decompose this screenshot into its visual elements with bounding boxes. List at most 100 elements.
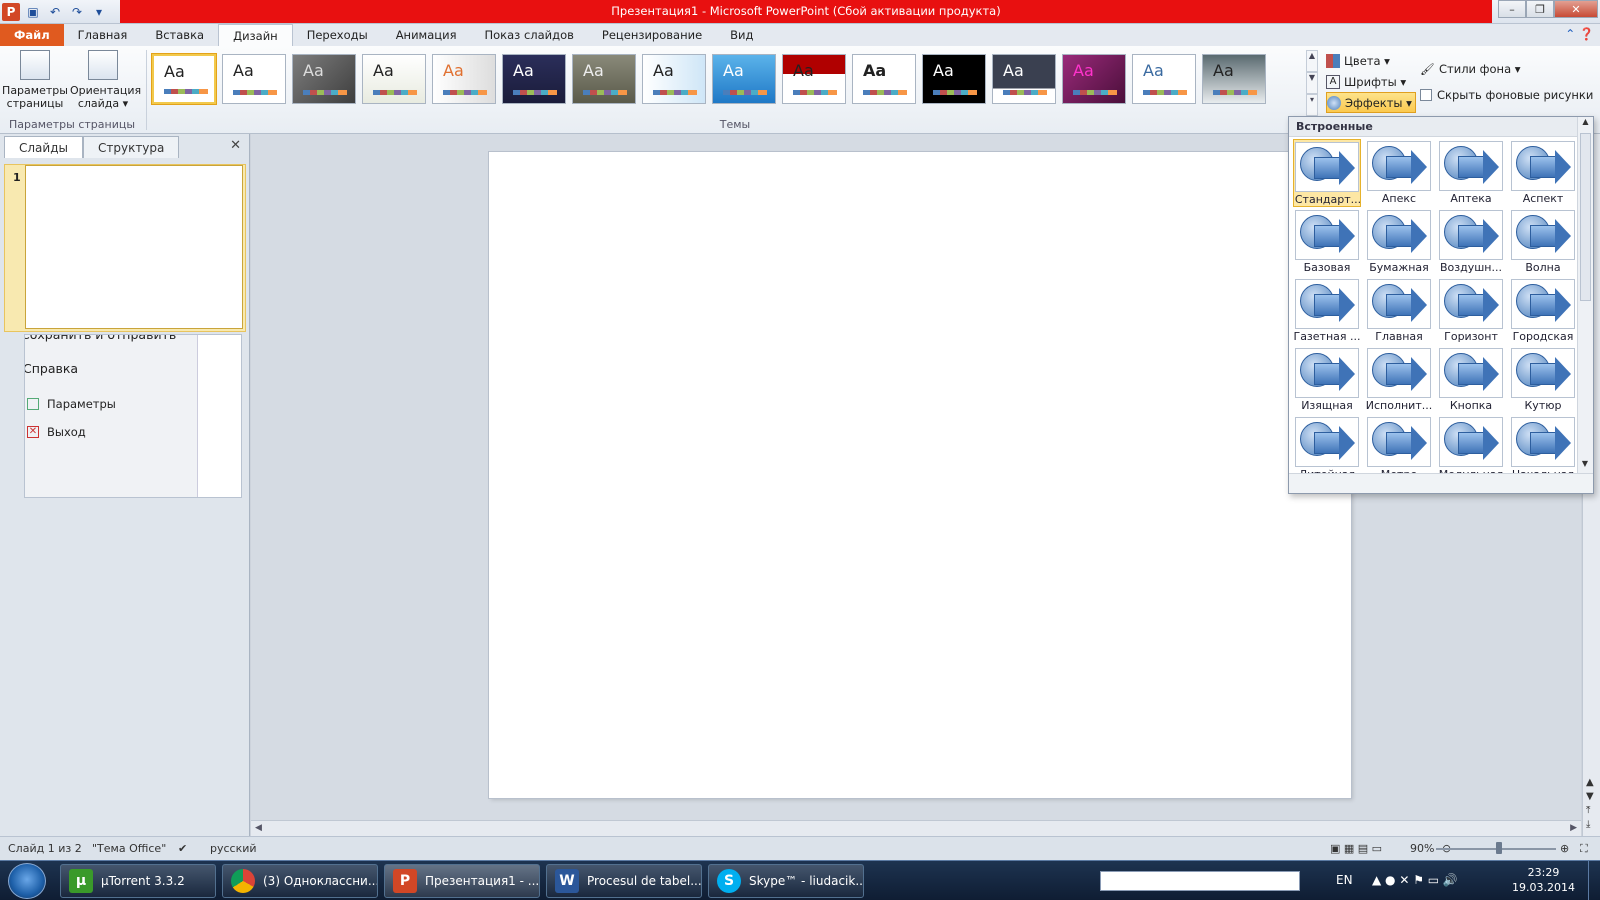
theme-office[interactable]: Aa <box>151 53 217 105</box>
window-controls: – ❐ ✕ <box>1498 0 1598 18</box>
theme-item[interactable]: Aa <box>852 54 916 104</box>
taskbar-utorrent[interactable]: µ µTorrent 3.3.2 <box>60 864 216 898</box>
theme-item[interactable]: Aa <box>642 54 706 104</box>
effect-item[interactable]: Аптека <box>1437 139 1505 207</box>
gallery-more-button[interactable]: ▾ <box>1306 94 1318 116</box>
view-buttons[interactable]: ▣ ▦ ▤ ▭ <box>1330 842 1382 855</box>
effect-item[interactable]: Исполнит... <box>1365 346 1433 414</box>
theme-item[interactable]: Aa <box>922 54 986 104</box>
effect-item[interactable]: Бумажная <box>1365 208 1433 276</box>
spellcheck-icon[interactable]: ✔ <box>178 842 187 855</box>
colors-button[interactable]: Цвета ▾ <box>1326 50 1416 71</box>
dropdown-scroll-thumb[interactable] <box>1580 133 1591 301</box>
maximize-button[interactable]: ❐ <box>1526 0 1554 18</box>
minimize-button[interactable]: – <box>1498 0 1526 18</box>
close-panel-icon[interactable]: ✕ <box>230 138 241 153</box>
ghost-save-send: Сохранить и отправить <box>24 334 177 342</box>
effect-item[interactable]: Кутюр <box>1509 346 1577 414</box>
tab-view[interactable]: Вид <box>716 24 767 46</box>
theme-item[interactable]: Aa <box>222 54 286 104</box>
effect-item[interactable]: Кнопка <box>1437 346 1505 414</box>
tab-slides[interactable]: Слайды <box>4 136 83 158</box>
effect-item[interactable]: Базовая <box>1293 208 1361 276</box>
start-button[interactable] <box>8 863 46 899</box>
effect-item[interactable]: Газетная ... <box>1293 277 1361 345</box>
taskbar-chrome[interactable]: (3) Одноклассни... <box>222 864 378 898</box>
dropdown-scroll-up-icon[interactable]: ▲ <box>1578 117 1593 131</box>
zoom-level[interactable]: 90% <box>1410 842 1434 855</box>
page-setup-button[interactable]: Параметры страницы <box>2 50 68 110</box>
theme-item[interactable]: Aa <box>502 54 566 104</box>
help-icon[interactable]: ⌃ ❓ <box>1565 27 1594 41</box>
tab-transitions[interactable]: Переходы <box>293 24 382 46</box>
theme-name[interactable]: "Тема Office" <box>92 842 166 855</box>
theme-item[interactable]: Aa <box>432 54 496 104</box>
theme-item[interactable]: Aa <box>1062 54 1126 104</box>
dropdown-scrollbar[interactable]: ▲ ▼ <box>1577 117 1593 473</box>
slide-canvas[interactable] <box>489 152 1351 798</box>
fit-to-window-icon[interactable]: ⛶ <box>1580 842 1588 856</box>
dropdown-scroll-down-icon[interactable]: ▼ <box>1578 459 1592 473</box>
tab-insert[interactable]: Вставка <box>141 24 218 46</box>
gallery-up-button[interactable]: ▲ <box>1306 50 1318 72</box>
undo-icon[interactable]: ↶ <box>46 3 64 21</box>
effect-item[interactable]: Аспект <box>1509 139 1577 207</box>
zoom-in-icon[interactable]: ⊕ <box>1560 842 1569 855</box>
scroll-left-icon[interactable]: ◀ <box>255 823 262 833</box>
theme-item[interactable]: Aa <box>992 54 1056 104</box>
slide-thumbnail[interactable] <box>25 165 243 329</box>
fonts-button[interactable]: A Шрифты ▾ <box>1326 71 1416 92</box>
effect-preview <box>1439 279 1503 329</box>
tab-home[interactable]: Главная <box>64 24 142 46</box>
theme-item[interactable]: Aa <box>782 54 846 104</box>
scroll-right-icon[interactable]: ▶ <box>1570 823 1577 833</box>
hide-background-checkbox[interactable]: Скрыть фоновые рисунки <box>1420 82 1593 108</box>
effect-item[interactable]: Главная <box>1365 277 1433 345</box>
horizontal-scrollbar[interactable]: ◀ ▶ <box>251 820 1581 836</box>
tray-icons[interactable]: ▲ ● ✕ ⚑ ▭ 🔊 <box>1372 873 1458 887</box>
effect-item[interactable]: Волна <box>1509 208 1577 276</box>
show-desktop-button[interactable] <box>1588 861 1600 900</box>
slide-nav-buttons[interactable]: ▲ ▼ ⤒ ⤓ <box>1586 776 1594 832</box>
ghost-options-label: Параметры <box>47 397 116 411</box>
taskbar-address-input[interactable] <box>1100 871 1300 891</box>
language[interactable]: русский <box>210 842 257 855</box>
slide-thumbnail-selected[interactable]: 1 <box>4 164 246 332</box>
theme-item[interactable]: Aa <box>1132 54 1196 104</box>
save-icon[interactable]: ▣ <box>24 3 42 21</box>
theme-item[interactable]: Aa <box>292 54 356 104</box>
taskbar-powerpoint[interactable]: P Презентация1 - ... <box>384 864 540 898</box>
theme-item[interactable]: Aa <box>712 54 776 104</box>
gallery-down-button[interactable]: ▼ <box>1306 72 1318 94</box>
tab-outline[interactable]: Структура <box>82 136 180 158</box>
effect-item[interactable]: Изящная <box>1293 346 1361 414</box>
background-styles-button[interactable]: 🖌 Стили фона ▾ <box>1420 56 1593 82</box>
close-button[interactable]: ✕ <box>1554 0 1598 18</box>
theme-item[interactable]: Aa <box>362 54 426 104</box>
theme-item[interactable]: Aa <box>1202 54 1266 104</box>
taskbar-skype[interactable]: S Skype™ - liudacik... <box>708 864 864 898</box>
effects-button[interactable]: Эффекты ▾ <box>1326 92 1416 113</box>
slide-orientation-button[interactable]: Ориентация слайда ▾ <box>70 50 141 110</box>
tab-animation[interactable]: Анимация <box>382 24 471 46</box>
zoom-slider-thumb[interactable] <box>1496 842 1502 854</box>
effect-item[interactable]: Городская <box>1509 277 1577 345</box>
tab-slideshow[interactable]: Показ слайдов <box>471 24 588 46</box>
orientation-label: Ориентация слайда ▾ <box>70 84 142 110</box>
taskbar-word[interactable]: W Procesul de tabel... <box>546 864 702 898</box>
effect-item[interactable]: Воздушн... <box>1437 208 1505 276</box>
dropdown-resize-footer[interactable] <box>1289 473 1593 493</box>
tab-file[interactable]: Файл <box>0 24 64 46</box>
customize-qat-icon[interactable]: ▾ <box>90 3 108 21</box>
effect-item[interactable]: Стандарт... <box>1293 139 1361 207</box>
effect-preview <box>1367 141 1431 191</box>
powerpoint-icon[interactable]: P <box>2 3 20 21</box>
redo-icon[interactable]: ↷ <box>68 3 86 21</box>
effect-item[interactable]: Горизонт <box>1437 277 1505 345</box>
tab-review[interactable]: Рецензирование <box>588 24 716 46</box>
effect-item[interactable]: Апекс <box>1365 139 1433 207</box>
input-language[interactable]: EN <box>1336 873 1353 887</box>
theme-item[interactable]: Aa <box>572 54 636 104</box>
tab-design[interactable]: Дизайн <box>218 24 293 46</box>
clock[interactable]: 23:29 19.03.2014 <box>1512 865 1575 895</box>
